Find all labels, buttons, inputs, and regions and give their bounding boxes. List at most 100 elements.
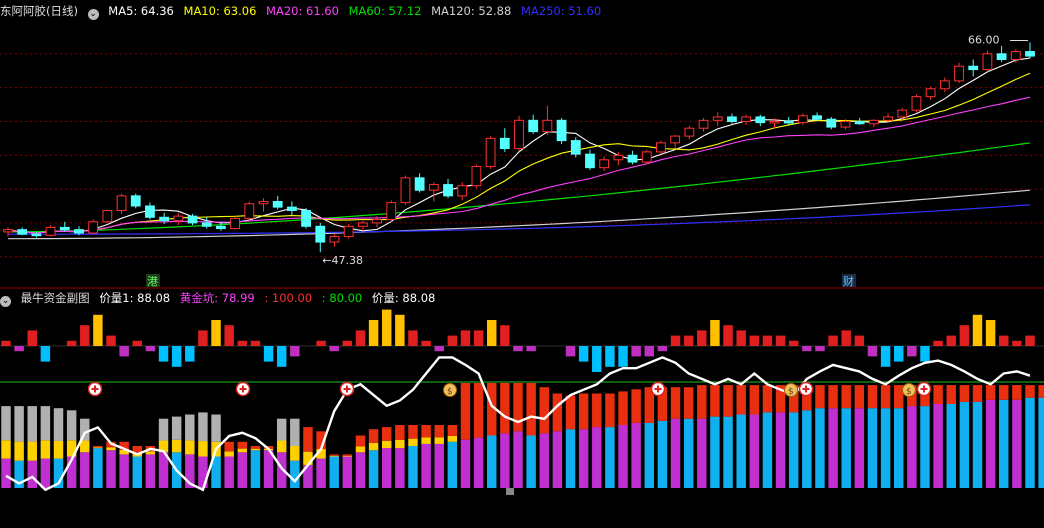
candle-body: [755, 116, 766, 124]
money-bar-base: [1, 458, 11, 488]
money-bar-red: [513, 383, 523, 432]
candle: [3, 227, 13, 237]
hist-bar: [762, 335, 773, 346]
hist-bar: [513, 346, 523, 352]
money-bar-top: [27, 406, 37, 442]
hist-bar: [1025, 335, 1035, 346]
money-bar: [710, 385, 720, 488]
candle-body: [627, 154, 638, 163]
candle-body: [3, 229, 13, 233]
ma10-label: MA10: 63.06: [183, 4, 257, 18]
money-bar: [618, 391, 628, 488]
money-bar-base: [578, 429, 589, 488]
money-bar: [460, 383, 471, 488]
candle-body: [954, 65, 964, 82]
money-bar-red: [578, 393, 589, 430]
candle-body: [599, 159, 610, 169]
hist-bar: [119, 346, 129, 357]
money-bar: [276, 418, 287, 488]
hist-bar: [657, 346, 668, 352]
money-bar: [237, 441, 248, 488]
hist-bar: [775, 335, 786, 346]
candle: [996, 45, 1007, 62]
candle-body: [102, 210, 113, 223]
hist-bar: [644, 346, 655, 357]
money-bar: [762, 385, 773, 488]
chevron-down-icon[interactable]: ⌄: [87, 9, 99, 20]
candle: [230, 216, 241, 230]
hist-bar: [447, 335, 458, 346]
money-bar-red: [1038, 385, 1044, 398]
money-bar-base: [959, 401, 970, 488]
money-bar: [395, 425, 405, 488]
indicator-name[interactable]: 最牛资金副图: [21, 291, 90, 305]
candle-body: [656, 142, 666, 153]
money-bar-red: [592, 393, 602, 428]
money-bar: [972, 385, 983, 488]
money-bar-base: [985, 399, 996, 488]
candle: [826, 116, 837, 130]
stock-chart-canvas[interactable]: 66.00 ←47.38 港 财 $ $ $: [0, 0, 1044, 528]
hist-bar: [893, 346, 904, 362]
money-bar: [592, 393, 602, 488]
money-bar-base: [316, 458, 326, 488]
candle-body: [17, 229, 28, 235]
hist-bar: [1012, 340, 1022, 346]
hist-bar: [841, 330, 851, 346]
money-bar-base: [145, 454, 156, 488]
hist-bar: [670, 335, 681, 346]
money-bar-top: [355, 435, 366, 447]
ma10-line: [7, 72, 1031, 234]
v80-label: : 80.00: [321, 291, 363, 305]
money-bar-base: [618, 425, 628, 488]
money-bar: [14, 406, 24, 488]
money-bar-yellow: [421, 437, 431, 444]
money-bar-yellow: [53, 440, 64, 459]
money-bar: [1025, 385, 1035, 488]
candle: [585, 149, 595, 170]
money-bar: [473, 383, 484, 488]
money-bar: [841, 385, 851, 488]
money-bar-yellow: [329, 455, 339, 457]
candle-body: [74, 229, 84, 234]
gold-pit-label: 黄金坑: 78.99: [179, 291, 255, 305]
money-bar-base: [920, 406, 930, 488]
money-bar-red: [893, 385, 904, 409]
chevron-down-icon[interactable]: ⌄: [0, 296, 11, 307]
candle-body: [244, 203, 255, 219]
candle-body: [556, 119, 567, 142]
money-bar-base: [93, 448, 103, 488]
money-bar: [40, 406, 51, 488]
candle-body: [925, 88, 936, 98]
hist-bar: [250, 340, 261, 346]
candle-body: [400, 177, 411, 204]
candle: [88, 219, 99, 235]
money-bar: [1, 406, 11, 488]
stock-name[interactable]: 东阿阿胶(日线): [0, 4, 78, 18]
money-bar-base: [500, 433, 510, 488]
candle-body: [854, 120, 865, 125]
money-bar: [500, 383, 510, 488]
money-bar-red: [526, 383, 536, 436]
hist-bar: [106, 335, 116, 346]
money-bar-base: [526, 435, 536, 488]
hist-bar: [290, 346, 300, 357]
hist-bar: [355, 330, 366, 346]
candle-body: [31, 233, 42, 237]
money-bar-red: [972, 385, 983, 402]
hist-bar: [854, 335, 865, 346]
money-bar-top: [198, 412, 208, 442]
money-bar-base: [421, 443, 431, 488]
money-bag-icon: $: [902, 383, 916, 397]
hist-bar: [788, 340, 799, 346]
candle: [414, 173, 425, 193]
buy-signal-icon: [235, 381, 251, 397]
ma5-label: MA5: 64.36: [108, 4, 174, 18]
money-bar-yellow: [434, 437, 444, 444]
money-bar-top: [224, 441, 234, 452]
candle-body: [712, 116, 723, 121]
money-bar-base: [946, 404, 956, 488]
money-bar-yellow: [250, 448, 261, 451]
money-bar-top: [303, 427, 313, 452]
money-bar-top: [93, 446, 103, 448]
